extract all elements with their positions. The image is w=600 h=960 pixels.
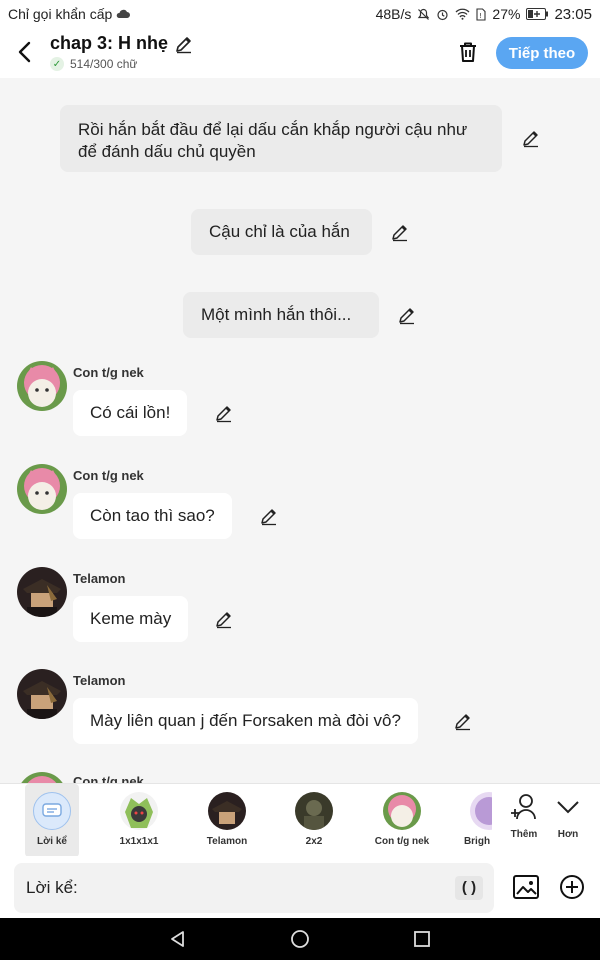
character-name: Con t/g nek — [374, 836, 430, 847]
chevron-down-icon — [557, 801, 579, 814]
sender-name: Telamon — [73, 673, 126, 688]
header: chap 3: H nhẹ ✓ 514/300 chữ Tiếp theo — [0, 28, 600, 78]
green-hair-avatar — [120, 792, 158, 830]
add-person-icon — [511, 794, 536, 820]
character-con-tg-nek[interactable]: Con t/g nek — [372, 784, 432, 857]
edit-pencil-icon[interactable] — [174, 34, 194, 54]
message-bubble[interactable]: Có cái lồn! — [73, 390, 188, 436]
next-button[interactable]: Tiếp theo — [496, 37, 588, 69]
narration-bubble[interactable]: Rồi hắn bắt đầu để lại dấu cắn khắp ngườ… — [60, 105, 502, 172]
input-bar: ( ) — [0, 856, 600, 918]
word-count-text: 514/300 chữ — [70, 57, 138, 71]
wifi-icon — [455, 8, 470, 20]
message-bubble[interactable]: Mày liên quan j đến Forsaken mà đòi vô? — [73, 698, 418, 744]
sender-name: Con t/g nek — [73, 468, 144, 483]
sender-name: Con t/g nek — [73, 365, 144, 380]
character-name: Brigh — [463, 836, 491, 847]
dark-hat-avatar[interactable] — [17, 567, 67, 617]
message-bubble[interactable]: Keme mày — [73, 596, 189, 642]
network-speed: 48B/s — [375, 6, 412, 22]
sender-name: Con t/g nek — [73, 774, 144, 783]
character-name: 1x1x1x1 — [119, 836, 159, 847]
nav-recents-icon[interactable] — [412, 929, 432, 949]
back-arrow-icon[interactable] — [14, 40, 36, 64]
narration-text: Một mình hắn thôi... — [201, 305, 352, 324]
shadow-figure-avatar — [295, 792, 333, 830]
narration-bubble[interactable]: Cậu chỉ là của hắn — [191, 209, 372, 255]
dark-hat-avatar — [208, 792, 246, 830]
message-text: Còn tao thì sao? — [90, 506, 215, 525]
status-left: Chỉ gọi khẩn cấp — [8, 6, 131, 22]
edit-pencil-icon[interactable] — [521, 128, 541, 148]
pink-cat-avatar[interactable] — [17, 772, 67, 783]
narration-icon — [33, 792, 71, 830]
chapter-title-text: chap 3: H nhẹ — [50, 33, 169, 53]
mute-icon — [418, 8, 430, 20]
svg-text:!: ! — [479, 12, 482, 20]
character-name: Telamon — [206, 836, 248, 847]
dark-hat-avatar[interactable] — [17, 669, 67, 719]
add-label: Thêm — [510, 829, 538, 840]
more-label: Hơn — [557, 829, 579, 840]
cloud-icon — [117, 9, 131, 18]
chapter-title[interactable]: chap 3: H nhẹ — [50, 33, 194, 54]
edit-pencil-icon[interactable] — [397, 305, 417, 325]
word-count: ✓ 514/300 chữ — [50, 57, 137, 71]
nav-back-icon[interactable] — [168, 929, 188, 949]
message-bubble[interactable]: Còn tao thì sao? — [73, 493, 232, 539]
narration-text: Rồi hắn bắt đầu để lại dấu cắn khắp ngườ… — [78, 120, 468, 161]
pink-cat-avatar[interactable] — [17, 361, 67, 411]
check-icon: ✓ — [50, 57, 64, 71]
alarm-icon — [437, 9, 449, 20]
character-1x1x1x1[interactable]: 1x1x1x1 — [114, 784, 164, 857]
character-name: Lời kể — [37, 836, 67, 847]
edit-pencil-icon[interactable] — [259, 506, 279, 526]
message-text: Mày liên quan j đến Forsaken mà đòi vô? — [90, 711, 401, 730]
narration-bubble[interactable]: Một mình hắn thôi... — [183, 292, 379, 338]
purple-avatar — [470, 792, 492, 830]
character-bar: Lời kể 1x1x1x1 Telamon 2x2 Con t/g nek B… — [0, 783, 600, 857]
character-telamon[interactable]: Telamon — [202, 784, 252, 857]
character-name: 2x2 — [305, 836, 323, 847]
sim-icon: ! — [476, 7, 486, 21]
status-right: 48B/s ! 27% 23:05 — [376, 6, 592, 23]
edit-pencil-icon[interactable] — [214, 403, 234, 423]
parenthesis-button[interactable]: ( ) — [455, 876, 483, 900]
message-text: Có cái lồn! — [90, 403, 171, 422]
narration-text: Cậu chỉ là của hắn — [209, 222, 350, 241]
character-2x2[interactable]: 2x2 — [289, 784, 339, 857]
status-bar: Chỉ gọi khẩn cấp 48B/s ! 27% 23:05 — [0, 0, 600, 28]
message-text: Keme mày — [90, 609, 172, 628]
pink-cat-avatar[interactable] — [17, 464, 67, 514]
system-nav-bar — [0, 918, 600, 960]
character-narrator[interactable]: Lời kể — [25, 784, 79, 857]
nav-home-icon[interactable] — [290, 929, 310, 949]
battery-icon — [526, 8, 549, 20]
trash-icon[interactable] — [456, 40, 480, 64]
clock: 23:05 — [554, 5, 592, 23]
edit-pencil-icon[interactable] — [453, 711, 473, 731]
carrier-text: Chỉ gọi khẩn cấp — [8, 6, 113, 22]
chat-area[interactable]: Rồi hắn bắt đầu để lại dấu cắn khắp ngườ… — [0, 78, 600, 783]
sender-name: Telamon — [73, 571, 126, 586]
add-character-button[interactable]: Thêm — [506, 792, 542, 840]
add-circle-icon[interactable] — [559, 874, 585, 900]
image-icon[interactable] — [512, 873, 540, 901]
edit-pencil-icon[interactable] — [214, 609, 234, 629]
narration-input[interactable] — [14, 863, 494, 913]
character-brigh[interactable]: Brigh — [462, 784, 492, 857]
battery-percent: 27% — [492, 6, 521, 22]
more-button[interactable]: Hơn — [552, 792, 584, 840]
pink-cat-avatar — [383, 792, 421, 830]
edit-pencil-icon[interactable] — [390, 222, 410, 242]
